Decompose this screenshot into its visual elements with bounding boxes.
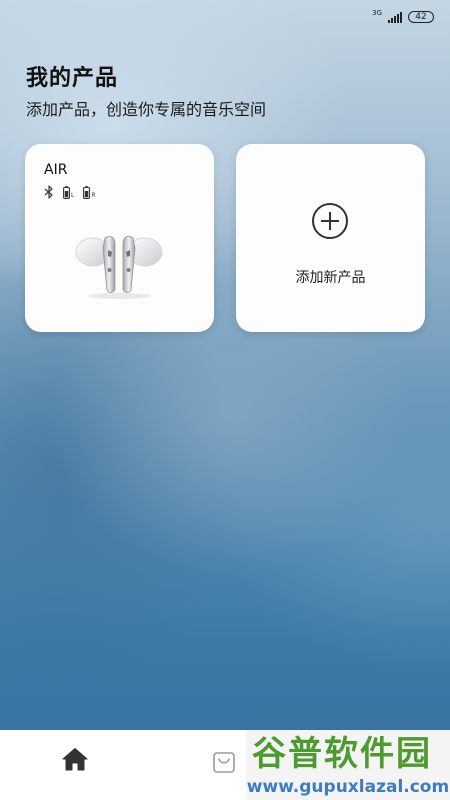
left-earbud-label: L [71,192,75,199]
product-name: AIR [44,162,68,178]
home-icon[interactable] [62,747,88,771]
battery-level: 42 [415,11,427,22]
battery-left-icon: L [63,186,74,199]
add-product-card[interactable]: 添加新产品 [236,144,425,332]
right-earbud-label: R [91,192,96,199]
product-card-air[interactable]: AIR L R [25,144,214,332]
status-bar: 3G 42 [372,8,434,26]
add-product-label: 添加新产品 [295,270,366,286]
watermark: 谷普软件园 www.gupuxlazal.com [246,730,450,800]
page-title: 我的产品 [26,66,119,91]
battery-icon: 42 [408,11,434,23]
watermark-url: www.gupuxlazal.com [246,777,450,797]
page-subtitle: 添加产品，创造你专属的音乐空间 [26,100,267,119]
battery-right-icon: R [83,186,96,199]
plus-circle-icon [312,203,348,239]
network-type-label: 3G [372,9,382,17]
shopping-bag-icon[interactable] [212,750,236,774]
earbuds-image [75,236,163,299]
product-status-row: L R [44,185,96,199]
bottom-nav: 谷普软件园 www.gupuxlazal.com [0,730,450,800]
signal-icon [388,11,402,23]
watermark-text: 谷普软件园 [252,734,432,774]
bluetooth-icon [44,185,53,199]
